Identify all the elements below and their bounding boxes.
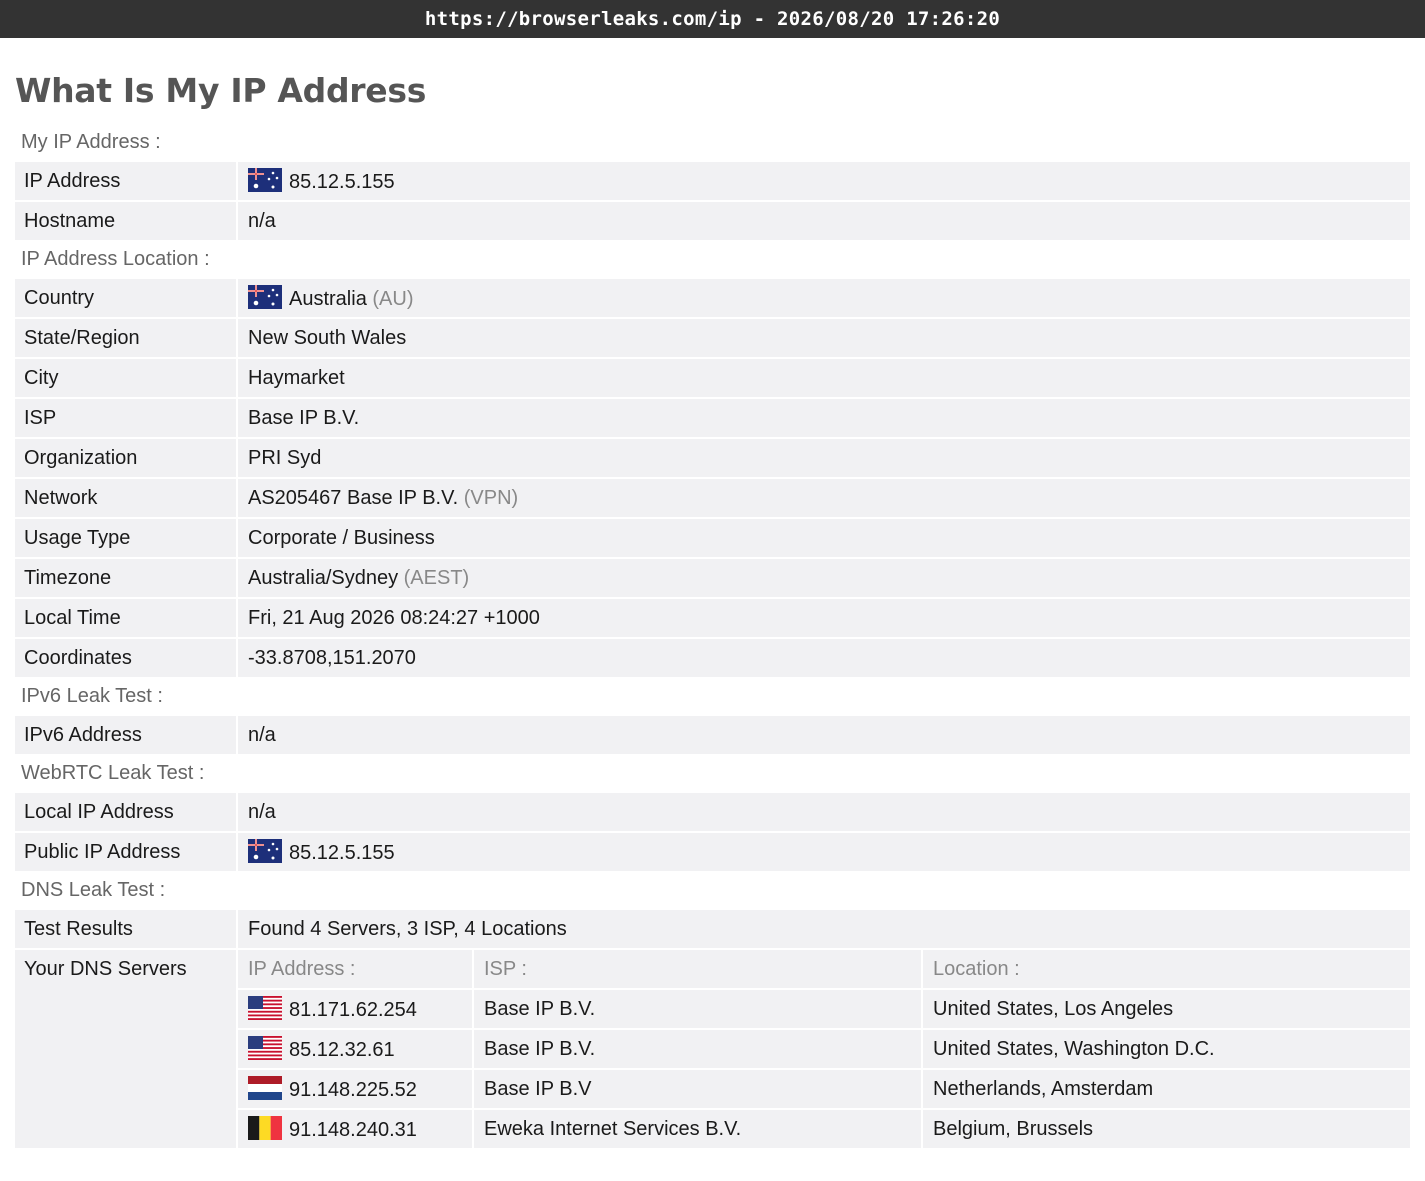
row-value: Corporate / Business bbox=[236, 519, 1410, 557]
ip-address-value: 85.12.5.155 bbox=[289, 171, 395, 193]
row-value: 85.12.5.155 bbox=[236, 162, 1410, 200]
dns-isp: Eweka Internet Services B.V. bbox=[472, 1110, 921, 1148]
dns-isp: Base IP B.V bbox=[472, 1070, 921, 1108]
table-row: Network AS205467 Base IP B.V. (VPN) bbox=[15, 479, 1410, 517]
row-value: 85.12.5.155 bbox=[236, 833, 1410, 871]
dns-table: Test Results Found 4 Servers, 3 ISP, 4 L… bbox=[15, 908, 1410, 1150]
row-value: Found 4 Servers, 3 ISP, 4 Locations bbox=[236, 910, 1410, 948]
dns-location: Netherlands, Amsterdam bbox=[921, 1070, 1410, 1108]
table-row: Local IP Address n/a bbox=[15, 793, 1410, 831]
row-value: AS205467 Base IP B.V. (VPN) bbox=[236, 479, 1410, 517]
timezone-value: Australia/Sydney bbox=[248, 566, 399, 589]
row-label: ISP bbox=[15, 399, 236, 437]
row-value: Haymarket bbox=[236, 359, 1410, 397]
row-label: City bbox=[15, 359, 236, 397]
dns-ip-cell: 81.171.62.254 bbox=[236, 990, 472, 1028]
table-row: Usage Type Corporate / Business bbox=[15, 519, 1410, 557]
dns-ip-cell: 91.148.225.52 bbox=[236, 1070, 472, 1108]
row-value: Fri, 21 Aug 2026 08:24:27 +1000 bbox=[236, 599, 1410, 637]
table-row: Country Australia (AU) bbox=[15, 279, 1410, 317]
dns-ip: 81.171.62.254 bbox=[289, 999, 417, 1021]
my-ip-table: IP Address 85.12.5.155 Hostname n/a bbox=[15, 160, 1410, 242]
table-row: Hostname n/a bbox=[15, 202, 1410, 240]
table-row: Organization PRI Syd bbox=[15, 439, 1410, 477]
column-header: ISP : bbox=[472, 950, 921, 988]
au-flag-icon bbox=[248, 285, 282, 309]
row-value: n/a bbox=[236, 716, 1410, 754]
row-label: IPv6 Address bbox=[15, 716, 236, 754]
be-flag-icon bbox=[248, 1116, 282, 1140]
network-note: (VPN) bbox=[463, 486, 519, 509]
dns-ip-cell: 91.148.240.31 bbox=[236, 1110, 472, 1148]
row-label: Local Time bbox=[15, 599, 236, 637]
row-label: Country bbox=[15, 279, 236, 317]
section-title-my-ip: My IP Address : bbox=[21, 131, 161, 153]
row-label: Local IP Address bbox=[15, 793, 236, 831]
column-header: Location : bbox=[921, 950, 1410, 988]
row-label: Hostname bbox=[15, 202, 236, 240]
row-label: Coordinates bbox=[15, 639, 236, 677]
country-code: (AU) bbox=[372, 288, 414, 310]
row-value: Base IP B.V. bbox=[236, 399, 1410, 437]
country-value: Australia bbox=[289, 288, 367, 310]
table-row: Public IP Address 85.12.5.155 bbox=[15, 833, 1410, 871]
table-row: City Haymarket bbox=[15, 359, 1410, 397]
dns-ip: 91.148.225.52 bbox=[289, 1079, 417, 1101]
section-title-webrtc: WebRTC Leak Test : bbox=[21, 762, 205, 784]
dns-isp: Base IP B.V. bbox=[472, 1030, 921, 1068]
dns-location: United States, Los Angeles bbox=[921, 990, 1410, 1028]
row-value: New South Wales bbox=[236, 319, 1410, 357]
row-label: Network bbox=[15, 479, 236, 517]
row-label: IP Address bbox=[15, 162, 236, 200]
main-content: What Is My IP Address My IP Address : IP… bbox=[0, 38, 1425, 1150]
dns-location: United States, Washington D.C. bbox=[921, 1030, 1410, 1068]
row-label: State/Region bbox=[15, 319, 236, 357]
row-value: Australia/Sydney (AEST) bbox=[236, 559, 1410, 597]
section-title-location: IP Address Location : bbox=[21, 248, 210, 270]
us-flag-icon bbox=[248, 996, 282, 1020]
row-label: Usage Type bbox=[15, 519, 236, 557]
ipv6-table: IPv6 Address n/a bbox=[15, 714, 1410, 756]
row-value: PRI Syd bbox=[236, 439, 1410, 477]
row-value: -33.8708,151.2070 bbox=[236, 639, 1410, 677]
location-table: Country Australia (AU) State/Region New … bbox=[15, 277, 1410, 679]
au-flag-icon bbox=[248, 839, 282, 863]
row-value: n/a bbox=[236, 202, 1410, 240]
dns-ip-cell: 85.12.32.61 bbox=[236, 1030, 472, 1068]
public-ip-value: 85.12.5.155 bbox=[289, 842, 395, 864]
au-flag-icon bbox=[248, 168, 282, 192]
table-row: Timezone Australia/Sydney (AEST) bbox=[15, 559, 1410, 597]
dns-ip: 85.12.32.61 bbox=[289, 1039, 395, 1061]
page-title: What Is My IP Address bbox=[15, 71, 427, 110]
table-header-row: Your DNS Servers IP Address : ISP : Loca… bbox=[15, 950, 1410, 1148]
table-row: ISP Base IP B.V. bbox=[15, 399, 1410, 437]
table-row: IP Address 85.12.5.155 bbox=[15, 162, 1410, 200]
webrtc-table: Local IP Address n/a Public IP Address 8… bbox=[15, 791, 1410, 873]
dns-ip: 91.148.240.31 bbox=[289, 1119, 417, 1141]
row-label: Public IP Address bbox=[15, 833, 236, 871]
table-row: Coordinates -33.8708,151.2070 bbox=[15, 639, 1410, 677]
section-title-ipv6: IPv6 Leak Test : bbox=[21, 685, 163, 707]
dns-isp: Base IP B.V. bbox=[472, 990, 921, 1028]
us-flag-icon bbox=[248, 1036, 282, 1060]
nl-flag-icon bbox=[248, 1076, 282, 1100]
row-label: Test Results bbox=[15, 910, 236, 948]
row-value: Australia (AU) bbox=[236, 279, 1410, 317]
table-row: IPv6 Address n/a bbox=[15, 716, 1410, 754]
table-row: Test Results Found 4 Servers, 3 ISP, 4 L… bbox=[15, 910, 1410, 948]
table-row: State/Region New South Wales bbox=[15, 319, 1410, 357]
dns-location: Belgium, Brussels bbox=[921, 1110, 1410, 1148]
table-row: Local Time Fri, 21 Aug 2026 08:24:27 +10… bbox=[15, 599, 1410, 637]
section-title-dns: DNS Leak Test : bbox=[21, 879, 166, 901]
row-value: n/a bbox=[236, 793, 1410, 831]
url-timestamp-text: https://browserleaks.com/ip - 2026/08/20… bbox=[424, 8, 1001, 30]
row-label: Timezone bbox=[15, 559, 236, 597]
timezone-note: (AEST) bbox=[403, 566, 470, 589]
column-header: IP Address : bbox=[236, 950, 472, 988]
url-timestamp-bar: https://browserleaks.com/ip - 2026/08/20… bbox=[0, 0, 1425, 38]
row-label: Your DNS Servers bbox=[15, 950, 236, 1148]
row-label: Organization bbox=[15, 439, 236, 477]
network-value: AS205467 Base IP B.V. bbox=[248, 486, 459, 509]
